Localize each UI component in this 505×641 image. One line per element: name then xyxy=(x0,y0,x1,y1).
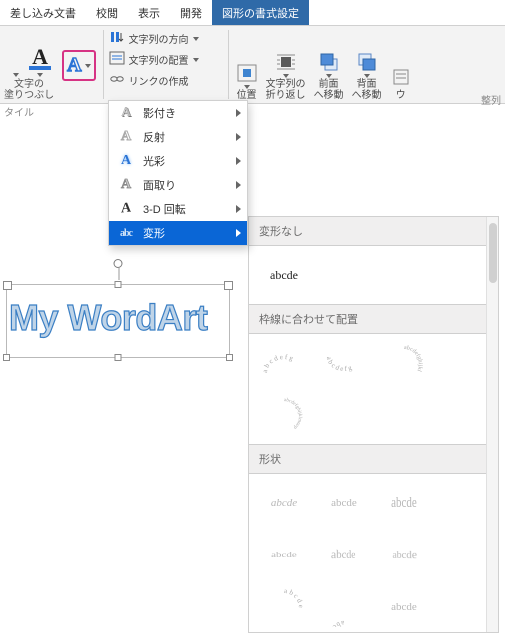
tab-developer[interactable]: 開発 xyxy=(170,0,212,25)
text-align-button[interactable]: 文字列の配置 xyxy=(109,51,223,68)
ribbon-right-overflow-label: ウ xyxy=(396,90,406,101)
submenu-arrow-icon xyxy=(236,229,241,237)
tile-shape[interactable]: abcde xyxy=(317,529,365,582)
menu-3d-rotation[interactable]: A 3-D 回転 xyxy=(109,197,247,221)
tile-shape[interactable]: abcde xyxy=(383,529,431,582)
svg-text:a b c d e: a b c d e xyxy=(284,587,305,608)
reflection-icon: A xyxy=(117,129,135,145)
send-backward-label: 背面へ移動 xyxy=(352,79,382,101)
submenu-arrow-icon xyxy=(236,133,241,141)
tile-no-transform[interactable]: abcde xyxy=(259,252,309,298)
send-backward-icon xyxy=(356,51,378,73)
text-direction-label: 文字列の方向 xyxy=(129,31,189,46)
create-link-button[interactable]: リンクの作成 xyxy=(109,72,223,89)
tile-shape[interactable]: abcde xyxy=(379,584,429,630)
tile-shape[interactable]: abcde xyxy=(319,480,369,526)
menu-bevel-label: 面取り xyxy=(143,177,176,193)
text-effects-menu: A 影付き A 反射 A 光彩 A 面取り A 3-D 回転 abc 変形 xyxy=(108,100,248,246)
create-link-label: リンクの作成 xyxy=(129,73,189,88)
gallery-section-follow-path: 枠線に合わせて配置 xyxy=(249,305,486,334)
svg-text:a b c d e f g: a b c d e f g xyxy=(261,353,295,373)
ribbon-group-styles: タイル xyxy=(4,104,34,119)
text-fill-button[interactable]: A xyxy=(29,46,51,77)
menu-shadow-label: 影付き xyxy=(143,105,176,121)
tile-shape[interactable]: abcde xyxy=(259,539,309,571)
text-fill-label: 文字の塗りつぶし xyxy=(4,79,54,101)
send-backward-button[interactable]: 背面へ移動 xyxy=(352,49,382,101)
text-direction-icon xyxy=(109,30,125,47)
svg-text:abcdefghijkl: abcdefghijkl xyxy=(404,345,423,373)
text-fill-icon: A xyxy=(29,48,51,70)
gallery-scrollbar[interactable] xyxy=(486,217,498,632)
menu-reflection-label: 反射 xyxy=(143,129,165,145)
ribbon: A 文字の塗りつぶし A 文字列の方向 文字列の配置 xyxy=(0,26,505,104)
rotate-3d-icon: A xyxy=(117,200,135,218)
link-icon xyxy=(109,72,125,89)
svg-text:abcdefghijklmnop: abcdefghijklmnop xyxy=(284,398,302,430)
menu-glow[interactable]: A 光彩 xyxy=(109,149,247,173)
resize-handle[interactable] xyxy=(115,281,122,288)
menu-glow-label: 光彩 xyxy=(143,153,165,169)
position-icon xyxy=(236,62,258,84)
transform-gallery: 変形なし abcde 枠線に合わせて配置 a b c d e f g a b c… xyxy=(248,216,499,633)
tile-follow-path[interactable]: abcdefghijklmnop xyxy=(259,392,309,438)
menu-3d-rotation-label: 3-D 回転 xyxy=(143,201,186,217)
text-effects-icon: A xyxy=(67,54,81,77)
tab-shape-format[interactable]: 図形の書式設定 xyxy=(212,0,309,25)
selection-pane-icon xyxy=(390,67,412,89)
gallery-section-shape: 形状 xyxy=(249,445,486,474)
menu-transform-label: 変形 xyxy=(143,225,165,241)
bevel-icon: A xyxy=(117,177,135,193)
resize-handle[interactable] xyxy=(115,354,122,361)
tile-follow-path[interactable]: a b c d e f g xyxy=(259,340,309,386)
bring-forward-label: 前面へ移動 xyxy=(314,79,344,101)
tab-view[interactable]: 表示 xyxy=(128,0,170,25)
wordart-bounding-box[interactable]: My WordArt xyxy=(6,284,230,358)
menu-shadow[interactable]: A 影付き xyxy=(109,101,247,125)
text-effects-button[interactable]: A xyxy=(62,50,95,81)
transform-icon: abc xyxy=(117,228,135,239)
ribbon-tabs: 差し込み文書 校閲 表示 開発 図形の書式設定 xyxy=(0,0,505,26)
glow-icon: A xyxy=(117,153,135,169)
shadow-icon: A xyxy=(117,105,135,121)
text-align-icon xyxy=(109,51,125,68)
menu-bevel[interactable]: A 面取り xyxy=(109,173,247,197)
bring-forward-button[interactable]: 前面へ移動 xyxy=(314,49,344,101)
ribbon-right-overflow[interactable]: ウ xyxy=(390,65,412,101)
submenu-arrow-icon xyxy=(236,109,241,117)
wordart-text[interactable]: My WordArt xyxy=(7,297,229,339)
wrap-text-button[interactable]: 文字列の折り返し xyxy=(266,49,306,101)
position-button[interactable]: 位置 xyxy=(236,60,258,101)
tile-follow-path[interactable]: a b c d e f g xyxy=(319,340,369,386)
tile-shape[interactable]: abcde xyxy=(379,473,429,533)
submenu-arrow-icon xyxy=(236,205,241,213)
svg-text:a b c d e f g: a b c d e f g xyxy=(325,356,353,373)
bring-forward-icon xyxy=(318,51,340,73)
tile-shape[interactable]: a b c d e xyxy=(259,584,309,630)
text-direction-button[interactable]: 文字列の方向 xyxy=(109,30,223,47)
menu-transform[interactable]: abc 変形 xyxy=(109,221,247,245)
tile-follow-path[interactable]: abcdefghijkl xyxy=(379,340,429,386)
resize-handle[interactable] xyxy=(226,354,233,361)
ribbon-group-arrange: 整列 xyxy=(481,92,501,107)
svg-text:a b c d e: a b c d e xyxy=(327,619,345,627)
text-align-label: 文字列の配置 xyxy=(129,52,189,67)
tab-review[interactable]: 校閲 xyxy=(86,0,128,25)
submenu-arrow-icon xyxy=(236,157,241,165)
submenu-arrow-icon xyxy=(236,181,241,189)
rotate-handle[interactable] xyxy=(114,259,123,268)
resize-handle[interactable] xyxy=(3,354,10,361)
gallery-section-no-transform: 変形なし xyxy=(249,217,486,246)
menu-reflection[interactable]: A 反射 xyxy=(109,125,247,149)
tile-shape[interactable]: abcde xyxy=(259,480,309,526)
tile-shape[interactable]: a b c d e xyxy=(319,584,369,630)
ribbon-overflow-caret[interactable] xyxy=(13,73,19,77)
wrap-text-label: 文字列の折り返し xyxy=(266,79,306,101)
tab-mailings[interactable]: 差し込み文書 xyxy=(0,0,86,25)
wrap-text-icon xyxy=(275,51,297,73)
